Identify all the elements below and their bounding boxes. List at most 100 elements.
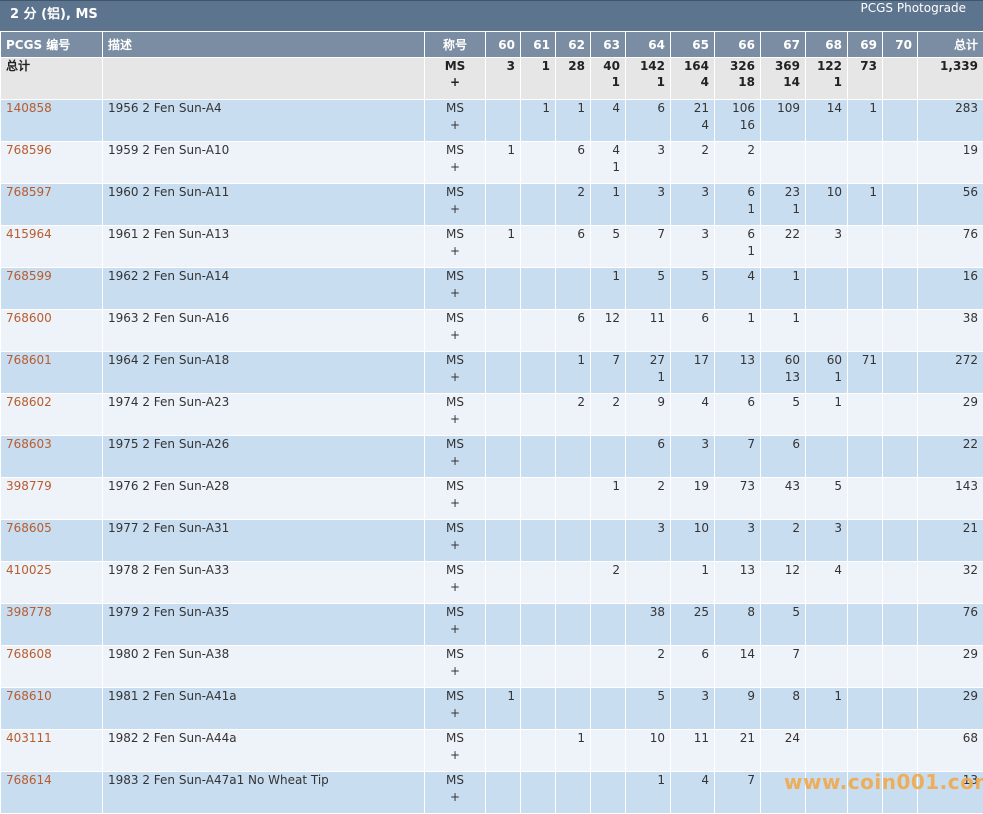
cell-value: 73	[853, 58, 877, 74]
cell-value: 19	[676, 478, 709, 495]
grade-cell	[556, 520, 591, 562]
grade-cell	[883, 688, 918, 730]
designation-cell: MS+	[425, 352, 486, 394]
pcgs-number-link[interactable]: 410025	[6, 563, 52, 577]
grade-cell: 9	[715, 688, 761, 730]
pcgs-number-link[interactable]: 768608	[6, 647, 52, 661]
cell-value: 60	[766, 352, 800, 369]
grade-cell	[521, 394, 556, 436]
cell-value: 2	[596, 562, 620, 579]
grade-cell: 12	[591, 310, 626, 352]
row-total-cell: 56	[918, 184, 983, 226]
description-cell: 1974 2 Fen Sun-A23	[103, 394, 425, 436]
cell-value: 4	[720, 268, 755, 285]
row-total-cell: 68	[918, 730, 983, 772]
pcgs-number-link[interactable]: 398778	[6, 605, 52, 619]
pcgs-number-link[interactable]: 415964	[6, 227, 52, 241]
pcgs-number-cell: 768596	[1, 142, 103, 184]
cell-value: 7	[720, 772, 755, 789]
col-header-total: 总计	[918, 32, 983, 58]
grade-cell	[556, 604, 591, 646]
pcgs-number-link[interactable]: 768605	[6, 521, 52, 535]
cell-value: 11	[676, 730, 709, 747]
grade-cell: 14	[715, 646, 761, 688]
cell-value: 2	[561, 394, 585, 411]
cell-value: 1	[561, 100, 585, 117]
pcgs-number-link[interactable]: 768603	[6, 437, 52, 451]
row-total-cell: 29	[918, 394, 983, 436]
cell-value: 109	[766, 100, 800, 117]
table-row: 7686051977 2 Fen Sun-A31MS+31032321	[1, 520, 983, 562]
population-table: PCGS 编号 描述 称号 60 61 62 63 64 65 66 67 68…	[0, 31, 983, 814]
row-total-cell: 76	[918, 226, 983, 268]
grade-cell: 6	[761, 436, 806, 478]
photograde-link[interactable]: PCGS Photograde	[861, 1, 966, 15]
grade-cell	[486, 562, 521, 604]
row-total-cell: 13	[918, 772, 983, 814]
grade-cell: 25	[671, 604, 715, 646]
cell-value: 122	[811, 58, 842, 74]
cell-plus-value: 14	[766, 74, 800, 90]
pcgs-number-link[interactable]: 768596	[6, 143, 52, 157]
pcgs-number-link[interactable]: 768599	[6, 269, 52, 283]
cell-plus-value: 1	[596, 159, 620, 176]
designation-cell: MS+	[425, 436, 486, 478]
cell-value: 1	[491, 142, 515, 159]
grade-cell	[848, 226, 883, 268]
grade-cell	[848, 394, 883, 436]
cell-plus-value: 1	[596, 74, 620, 90]
cell-value: 40	[596, 58, 620, 74]
description-cell: 1962 2 Fen Sun-A14	[103, 268, 425, 310]
col-header-pcgs-no: PCGS 编号	[1, 32, 103, 58]
cell-value: 164	[676, 58, 709, 74]
description-cell: 1983 2 Fen Sun-A47a1 No Wheat Tip	[103, 772, 425, 814]
cell-value: 1	[811, 688, 842, 705]
totals-grade-cell: 73	[848, 58, 883, 100]
grade-cell	[806, 646, 848, 688]
description-cell: 1979 2 Fen Sun-A35	[103, 604, 425, 646]
pcgs-number-link[interactable]: 140858	[6, 101, 52, 115]
grade-cell	[883, 436, 918, 478]
pcgs-number-link[interactable]: 768614	[6, 773, 52, 787]
designation-cell: MS+	[425, 100, 486, 142]
pcgs-number-link[interactable]: 768600	[6, 311, 52, 325]
cell-value: 5	[676, 268, 709, 285]
pcgs-number-link[interactable]: 768597	[6, 185, 52, 199]
grade-cell	[848, 562, 883, 604]
cell-value: 28	[561, 58, 585, 74]
cell-value: 5	[766, 604, 800, 621]
grade-cell	[486, 100, 521, 142]
cell-plus-value: +	[430, 369, 480, 386]
description-cell: 1977 2 Fen Sun-A31	[103, 520, 425, 562]
grade-cell: 5	[626, 688, 671, 730]
row-total-cell: 22	[918, 436, 983, 478]
cell-plus-value: +	[430, 117, 480, 134]
cell-value: 17	[676, 352, 709, 369]
cell-plus-value: 1	[766, 201, 800, 218]
grade-cell	[486, 730, 521, 772]
pcgs-number-link[interactable]: 768602	[6, 395, 52, 409]
grade-cell: 6	[671, 646, 715, 688]
pcgs-number-link[interactable]: 398779	[6, 479, 52, 493]
table-row: 7685961959 2 Fen Sun-A10MS+164132219	[1, 142, 983, 184]
grade-cell: 3	[671, 184, 715, 226]
grade-cell: 7	[761, 646, 806, 688]
grade-cell	[556, 478, 591, 520]
grade-cell	[521, 646, 556, 688]
cell-plus-value: 13	[766, 369, 800, 386]
cell-plus-value: 16	[720, 117, 755, 134]
grade-cell: 2	[591, 562, 626, 604]
grade-cell: 6	[556, 142, 591, 184]
cell-value: 25	[676, 604, 709, 621]
pcgs-number-link[interactable]: 768601	[6, 353, 52, 367]
cell-value: MS	[430, 142, 480, 159]
table-row: 7686081980 2 Fen Sun-A38MS+2614729	[1, 646, 983, 688]
cell-value: 5	[631, 268, 665, 285]
table-body: 总计MS+31284011421164432618369141221731,33…	[1, 58, 983, 814]
pcgs-number-cell: 398778	[1, 604, 103, 646]
pcgs-number-link[interactable]: 403111	[6, 731, 52, 745]
cell-value: MS	[430, 604, 480, 621]
grade-cell: 3	[626, 184, 671, 226]
cell-value: 3	[491, 58, 515, 74]
pcgs-number-link[interactable]: 768610	[6, 689, 52, 703]
